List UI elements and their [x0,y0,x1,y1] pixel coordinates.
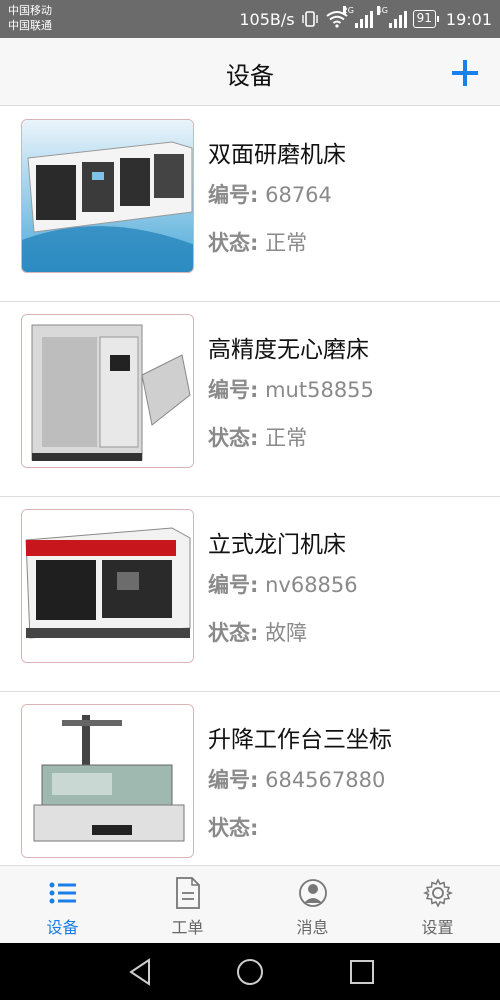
net-4g-label: 4G [376,6,388,15]
list-item[interactable]: 升降工作台三坐标 编号: 684567880 状态: [0,692,500,865]
device-status-value: 正常 [265,426,308,450]
signal-2g-icon: 2G [342,6,373,28]
status-bar: 中国移动 中国联通 105B/s 2G 4G 91 19:01 [0,0,500,38]
system-nav-bar [0,943,500,1000]
tab-label: 设置 [421,918,454,937]
user-icon [299,879,327,907]
device-id-value: 684567880 [265,768,386,792]
device-id-row: 编号: 68764 [208,179,332,209]
carrier-2: 中国联通 [8,19,52,32]
device-status-row: 状态: 正常 [208,422,307,452]
device-status-row: 状态: 故障 [208,617,307,647]
net-2g-label: 2G [342,6,354,15]
list-item[interactable]: 双面研磨机床 编号: 68764 状态: 正常 [0,107,500,302]
device-list: 双面研磨机床 编号: 68764 状态: 正常 高精度无心磨床 编号: mut5… [0,107,500,865]
device-status-label: 状态: [208,426,259,450]
device-id-value: 68764 [265,183,332,207]
recents-icon[interactable] [347,957,377,987]
device-image [21,119,194,273]
tab-settings[interactable]: 设置 [375,866,500,944]
page-header: 设备 [0,38,500,106]
device-status-row: 状态: [208,812,258,842]
device-name: 高精度无心磨床 [208,337,369,363]
clock: 19:01 [445,9,492,29]
device-status-label: 状态: [208,231,259,255]
status-right: 105B/s 2G 4G 91 19:01 [239,6,492,30]
device-image [21,314,194,468]
network-speed: 105B/s [239,9,295,29]
tab-label: 消息 [296,918,329,937]
device-name: 双面研磨机床 [208,142,346,168]
vibrate-icon [301,11,318,27]
list-item[interactable]: 高精度无心磨床 编号: mut58855 状态: 正常 [0,302,500,497]
device-status-value: 故障 [265,621,308,645]
device-id-label: 编号: [208,183,259,207]
device-id-row: 编号: nv68856 [208,569,358,599]
tab-messages[interactable]: 消息 [250,866,375,944]
device-id-label: 编号: [208,768,259,792]
device-id-label: 编号: [208,573,259,597]
device-status-label: 状态: [208,621,259,645]
back-icon[interactable] [125,957,155,987]
device-status-row: 状态: 正常 [208,227,307,257]
home-icon[interactable] [235,957,265,987]
tab-label: 工单 [171,918,204,937]
device-image [21,509,194,663]
tab-workorders[interactable]: 工单 [125,866,250,944]
gear-icon [423,878,453,908]
list-icon [49,882,76,904]
carrier-1: 中国移动 [8,4,52,17]
device-name: 立式龙门机床 [208,532,346,558]
device-status-label: 状态: [208,816,259,840]
device-id-value: nv68856 [265,573,358,597]
signal-4g-icon: 4G [376,6,407,28]
page-title: 设备 [226,62,274,90]
list-item[interactable]: 立式龙门机床 编号: nv68856 状态: 故障 [0,497,500,692]
add-button[interactable] [450,58,480,88]
device-id-row: 编号: 684567880 [208,764,385,794]
device-image [21,704,194,858]
tab-devices[interactable]: 设备 [0,866,125,944]
device-id-value: mut58855 [265,378,374,402]
device-status-value: 正常 [265,231,308,255]
document-icon [176,877,200,909]
device-name: 升降工作台三坐标 [208,727,392,753]
battery-icon: 91 [412,10,440,28]
bottom-tab-bar: 设备 工单 消息 设置 [0,865,500,943]
device-id-row: 编号: mut58855 [208,374,374,404]
tab-label: 设备 [46,918,79,937]
carrier-info: 中国移动 中国联通 [8,3,52,33]
device-id-label: 编号: [208,378,259,402]
